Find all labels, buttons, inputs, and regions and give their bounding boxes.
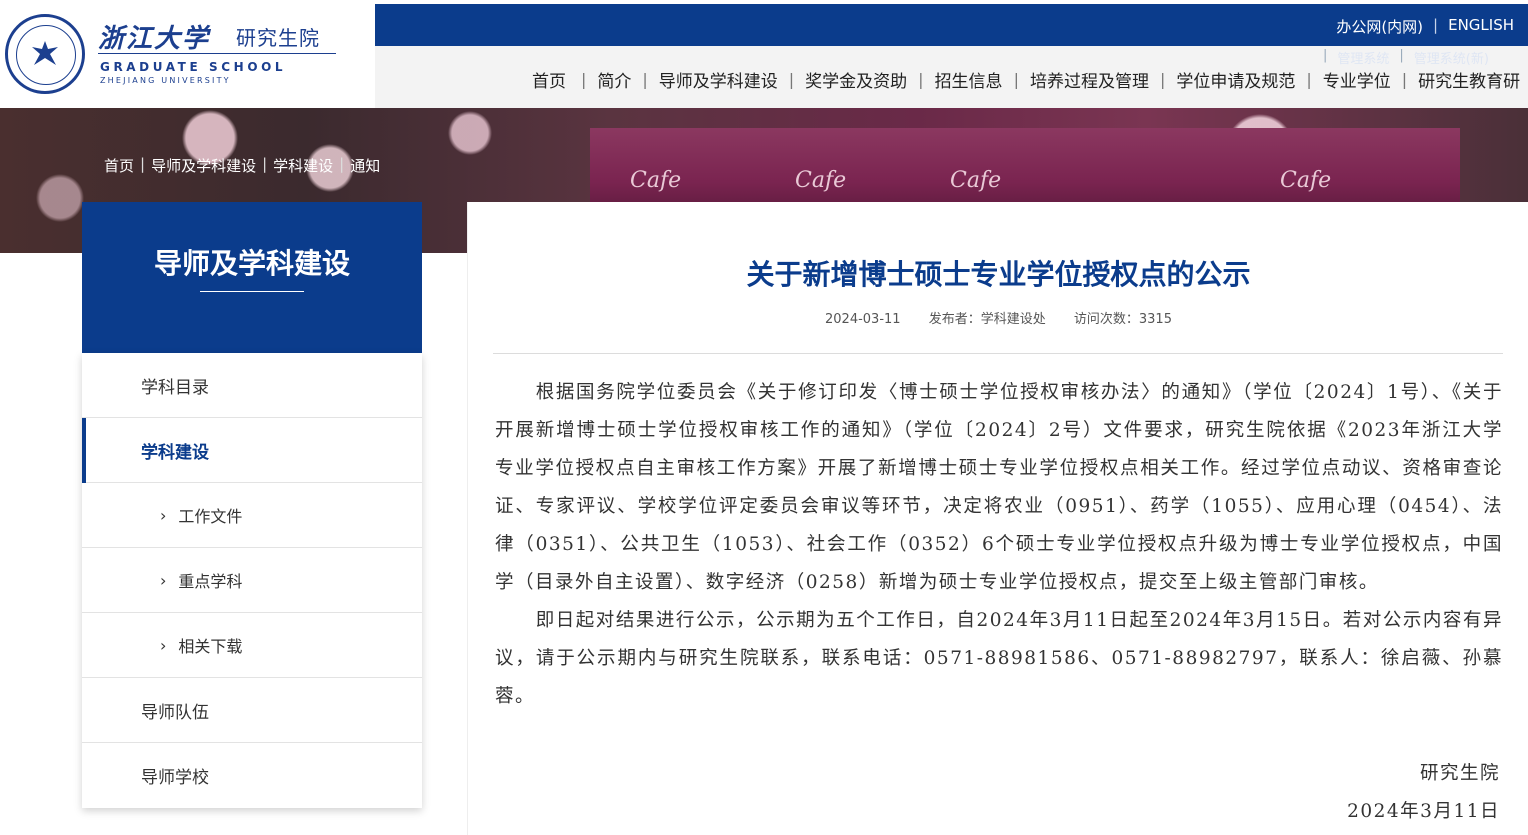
sidebar-item-label: 导师学校 [141,768,209,788]
breadcrumb-supervisor-discipline[interactable]: 导师及学科建设 [151,155,256,176]
article-divider [493,353,1503,354]
chevron-right-icon: › [160,570,167,590]
site-logo[interactable]: 浙江大学 研究生院 GRADUATE SCHOOL ZHEJIANG UNIVE… [0,0,375,108]
logo-chinese-name: 浙江大学 [98,24,211,54]
nav-degree[interactable]: 学位申请及规范 [1165,67,1306,92]
english-link[interactable]: ENGLISH [1448,16,1514,37]
university-seal-icon [5,14,85,94]
sidebar-title-underline [200,291,304,292]
top-utility-bar: 办公网(内网) | ENGLISH [375,0,1528,46]
article-views: 访问次数：3315 [1073,312,1172,327]
sidebar-item-discipline-catalog[interactable]: 学科目录 [82,353,422,418]
breadcrumb: 首页 | 导师及学科建设 | 学科建设 | 通知 [104,155,380,176]
sidebar-item-label: 重点学科 [178,572,243,591]
logo-english-name: GRADUATE SCHOOL [100,60,287,74]
chevron-right-icon: › [160,505,167,525]
nav-home[interactable]: 首页 [532,67,581,92]
awning-word: Cafe [950,168,1002,193]
sidebar-item-supervisor-team[interactable]: 导师队伍 [82,678,422,743]
nav-education-research[interactable]: 研究生教育研 [1407,67,1528,92]
management-system-link[interactable]: 管理系统 [1337,48,1389,67]
sidebar-item-supervisor-school[interactable]: 导师学校 [82,743,422,808]
intranet-link[interactable]: 办公网(内网) [1336,16,1423,37]
nav-scholarship[interactable]: 奖学金及资助 [794,67,918,92]
awning-word: Cafe [630,168,682,193]
article-meta: 2024-03-11 发布者：学科建设处 访问次数：3315 [468,308,1528,327]
sidebar-menu: 学科目录 学科建设 › 工作文件 › 重点学科 › 相关下载 导师队伍 导师学校 [82,353,422,808]
sidebar-item-label: 学科建设 [141,442,209,463]
logo-english-university: ZHEJIANG UNIVERSITY [100,76,231,85]
article-publisher: 发布者：学科建设处 [928,312,1046,327]
sidebar-item-work-documents[interactable]: › 工作文件 [82,483,422,548]
nav-intro[interactable]: 简介 [586,67,642,92]
article-title: 关于新增博士硕士专业学位授权点的公示 [746,258,1251,291]
awning-word: Cafe [1280,168,1332,193]
system-links: | 管理系统 | 管理系统(新) [1323,48,1489,67]
nav-supervisor-discipline[interactable]: 导师及学科建设 [648,67,789,92]
article-panel: 关于新增博士硕士专业学位授权点的公示 2024-03-11 发布者：学科建设处 … [467,202,1528,835]
nav-admission[interactable]: 招生信息 [924,67,1014,92]
nav-professional-degree[interactable]: 专业学位 [1312,67,1402,92]
sub-link-separator: | [1399,48,1404,63]
sidebar-item-label: 工作文件 [178,507,243,526]
topbar-separator: | [1433,16,1439,34]
breadcrumb-separator: | [262,155,268,173]
article-paragraph: 即日起对结果进行公示，公示期为五个工作日，自2024年3月11日起至2024年3… [495,610,1503,707]
sidebar-item-label: 相关下载 [178,637,243,656]
sidebar-item-downloads[interactable]: › 相关下载 [82,613,422,678]
sub-link-separator: | [1323,48,1328,63]
site-header: 浙江大学 研究生院 GRADUATE SCHOOL ZHEJIANG UNIVE… [0,0,1528,108]
sidebar-title: 导师及学科建设 [153,247,350,280]
sidebar-header: 导师及学科建设 [82,202,422,353]
breadcrumb-notice[interactable]: 通知 [350,155,380,176]
article-signature-org: 研究生院 [1419,763,1500,784]
management-system-new-link[interactable]: 管理系统(新) [1414,48,1489,67]
main-nav: 首页 | 简介 | 导师及学科建设 | 奖学金及资助 | 招生信息 | 培养过程… [532,67,1528,92]
article-paragraph: 根据国务院学位委员会《关于修订印发〈博士硕士学位授权审核办法〉的通知》（学位〔2… [495,382,1503,593]
breadcrumb-discipline-construction[interactable]: 学科建设 [273,155,333,176]
sidebar-item-key-disciplines[interactable]: › 重点学科 [82,548,422,613]
breadcrumb-separator: | [140,155,146,173]
sidebar-item-discipline-construction[interactable]: 学科建设 [82,418,422,483]
sidebar-item-label: 学科目录 [141,377,209,398]
article-signature-date: 2024年3月11日 [1347,801,1500,822]
article-date: 2024-03-11 [825,312,901,327]
awning-word: Cafe [795,168,847,193]
chevron-right-icon: › [160,635,167,655]
article-body: 根据国务院学位委员会《关于修订印发〈博士硕士学位授权审核办法〉的通知》（学位〔2… [495,374,1503,716]
nav-training[interactable]: 培养过程及管理 [1019,67,1160,92]
logo-divider [98,53,336,54]
breadcrumb-separator: | [339,155,345,173]
logo-school-name: 研究生院 [236,26,320,50]
sidebar-item-label: 导师队伍 [141,702,209,723]
breadcrumb-home[interactable]: 首页 [104,155,134,176]
